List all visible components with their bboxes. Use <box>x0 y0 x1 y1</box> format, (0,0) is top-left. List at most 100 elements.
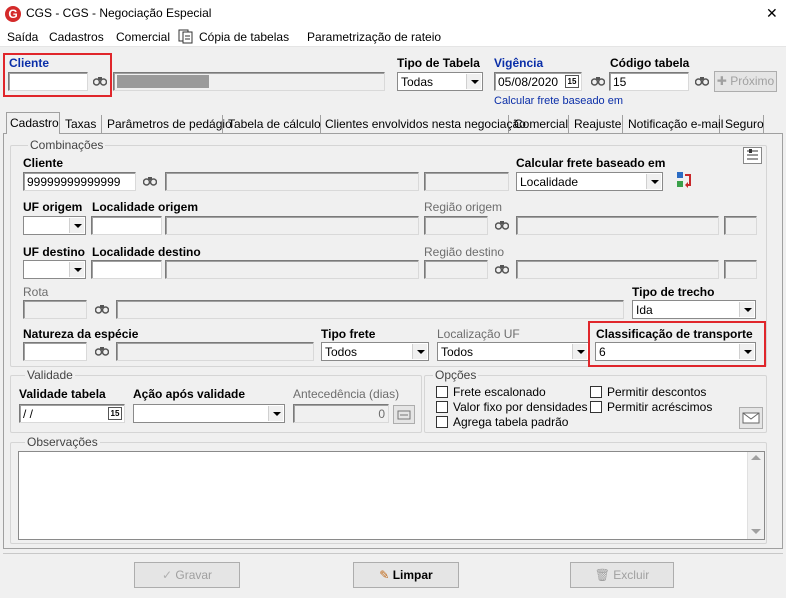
permitir-descontos-label: Permitir descontos <box>607 385 707 399</box>
email-icon[interactable] <box>739 407 763 429</box>
proximo-button[interactable]: ✚ Próximo <box>714 71 777 92</box>
codigo-search-icon[interactable] <box>692 72 712 91</box>
menu-saida[interactable]: Saída <box>7 30 38 44</box>
trash-icon: 🗑 <box>594 568 610 582</box>
localidade-destino-input[interactable] <box>91 260 162 279</box>
regiao-origem-input <box>424 216 488 235</box>
gravar-button[interactable]: ✓ Gravar <box>134 562 240 588</box>
antecedencia-input: 0 <box>293 404 389 423</box>
natureza-name <box>116 342 314 361</box>
observacoes-group-label: Observações <box>25 435 100 449</box>
copy-tables-icon <box>178 29 194 44</box>
menu-parametrizacao[interactable]: Parametrização de rateio <box>307 30 441 44</box>
calcular-frete-value: Localidade <box>520 175 579 189</box>
agrega-tabela-checkbox[interactable] <box>436 416 448 428</box>
rota-name <box>116 300 624 319</box>
regiao-origem-name <box>516 216 719 235</box>
window-title: CGS - CGS - Negociação Especial <box>26 6 212 20</box>
valor-fixo-checkbox[interactable] <box>436 401 448 413</box>
tab-clientes-envolvidos[interactable]: Clientes envolvidos nesta negociação <box>322 115 526 134</box>
vigencia-input[interactable]: 05/08/2020 15 <box>494 72 582 91</box>
scroll-up-icon[interactable] <box>751 455 761 460</box>
rota-search-icon[interactable] <box>92 300 112 319</box>
localidade-origem-label: Localidade origem <box>92 200 199 214</box>
comb-cliente-input[interactable]: 99999999999999 <box>23 172 136 191</box>
menu-comercial[interactable]: Comercial <box>116 30 170 44</box>
tipo-frete-label: Tipo frete <box>321 327 376 341</box>
calcular-frete-label: Calcular frete baseado em <box>516 156 666 170</box>
vigencia-value: 05/08/2020 <box>498 75 559 89</box>
apply-arrow-icon[interactable] <box>676 170 694 190</box>
comb-cliente-search-icon[interactable] <box>140 172 160 191</box>
acao-select[interactable] <box>133 404 285 423</box>
button-bar-divider <box>3 553 783 554</box>
frete-escalonado-checkbox[interactable] <box>436 386 448 398</box>
uf-destino-label: UF destino <box>23 245 85 259</box>
regiao-destino-search-icon[interactable] <box>492 260 512 279</box>
gravar-label: Gravar <box>175 568 213 582</box>
combinacoes-group-label: Combinações <box>28 138 106 152</box>
natureza-input[interactable] <box>23 342 87 361</box>
uf-origem-label: UF origem <box>23 200 83 214</box>
tipo-frete-select[interactable]: Todos <box>321 342 429 361</box>
chevron-down-icon <box>412 344 427 359</box>
natureza-search-icon[interactable] <box>92 342 112 361</box>
localizacao-uf-select[interactable]: Todos <box>437 342 589 361</box>
uf-destino-select[interactable] <box>23 260 86 279</box>
tipo-tabela-select[interactable]: Todas <box>397 72 483 91</box>
scroll-down-icon[interactable] <box>751 529 761 534</box>
close-icon[interactable]: ✕ <box>766 5 778 22</box>
validade-tabela-label: Validade tabela <box>19 387 106 401</box>
redacted-block <box>117 75 209 88</box>
menu-cadastros[interactable]: Cadastros <box>49 30 104 44</box>
natureza-label: Natureza da espécie <box>23 327 139 341</box>
acao-label: Ação após validade <box>133 387 246 401</box>
tab-reajuste[interactable]: Reajuste <box>571 115 623 134</box>
tipo-trecho-value: Ida <box>636 303 653 317</box>
uf-origem-select[interactable] <box>23 216 86 235</box>
antecedencia-label: Antecedência (dias) <box>293 387 400 401</box>
codigo-tabela-input[interactable]: 15 <box>609 72 689 91</box>
plus-icon: ✚ <box>716 74 727 88</box>
tab-tabela-calculo[interactable]: Tabela de cálculo <box>225 115 321 134</box>
calcular-frete-link[interactable]: Calcular frete baseado em <box>494 95 623 107</box>
localidade-destino-label: Localidade destino <box>92 245 201 259</box>
menu-copia-tabelas[interactable]: Cópia de tabelas <box>199 30 289 44</box>
tab-comercial[interactable]: Comercial <box>511 115 569 134</box>
localidade-origem-input[interactable] <box>91 216 162 235</box>
observacoes-scrollbar[interactable] <box>747 452 764 539</box>
calendar-icon[interactable]: 15 <box>565 75 579 88</box>
comb-cliente-name <box>165 172 419 191</box>
localizacao-uf-label: Localização UF <box>437 327 520 341</box>
regiao-destino-extra <box>724 260 757 279</box>
title-bar: G CGS - CGS - Negociação Especial ✕ <box>0 0 786 27</box>
permitir-descontos-checkbox[interactable] <box>590 386 602 398</box>
validade-tabela-input[interactable]: / / 15 <box>19 404 125 423</box>
regiao-origem-extra <box>724 216 757 235</box>
tab-parametros-pedagio[interactable]: Parâmetros de pedágio <box>104 115 232 134</box>
localidade-destino-name <box>165 260 419 279</box>
regiao-origem-search-icon[interactable] <box>492 216 512 235</box>
limpar-button[interactable]: ✎ Limpar <box>353 562 459 588</box>
permitir-acrescimos-checkbox[interactable] <box>590 401 602 413</box>
observacoes-textarea[interactable] <box>18 451 765 540</box>
cliente-name-field <box>113 72 385 91</box>
calendar-icon[interactable]: 15 <box>108 407 122 420</box>
tab-taxas[interactable]: Taxas <box>62 115 102 134</box>
excluir-button[interactable]: 🗑 Excluir <box>570 562 674 588</box>
calcular-frete-select[interactable]: Localidade <box>516 172 663 191</box>
chevron-down-icon <box>646 174 661 189</box>
app-logo-icon: G <box>5 6 21 22</box>
layout-settings-icon[interactable] <box>743 147 762 164</box>
tab-seguro[interactable]: Seguro <box>722 115 764 134</box>
tipo-trecho-select[interactable]: Ida <box>632 300 756 319</box>
rota-input <box>23 300 87 319</box>
check-icon: ✓ <box>161 568 173 582</box>
limpar-label: Limpar <box>392 568 433 582</box>
antecedencia-calc-icon[interactable] <box>393 405 415 424</box>
vigencia-search-icon[interactable] <box>588 72 608 91</box>
chevron-down-icon <box>69 262 84 277</box>
tab-notificacao[interactable]: Notificação e-mail <box>625 115 723 134</box>
tab-cadastro[interactable]: Cadastro <box>6 112 60 134</box>
chevron-down-icon <box>466 74 481 89</box>
